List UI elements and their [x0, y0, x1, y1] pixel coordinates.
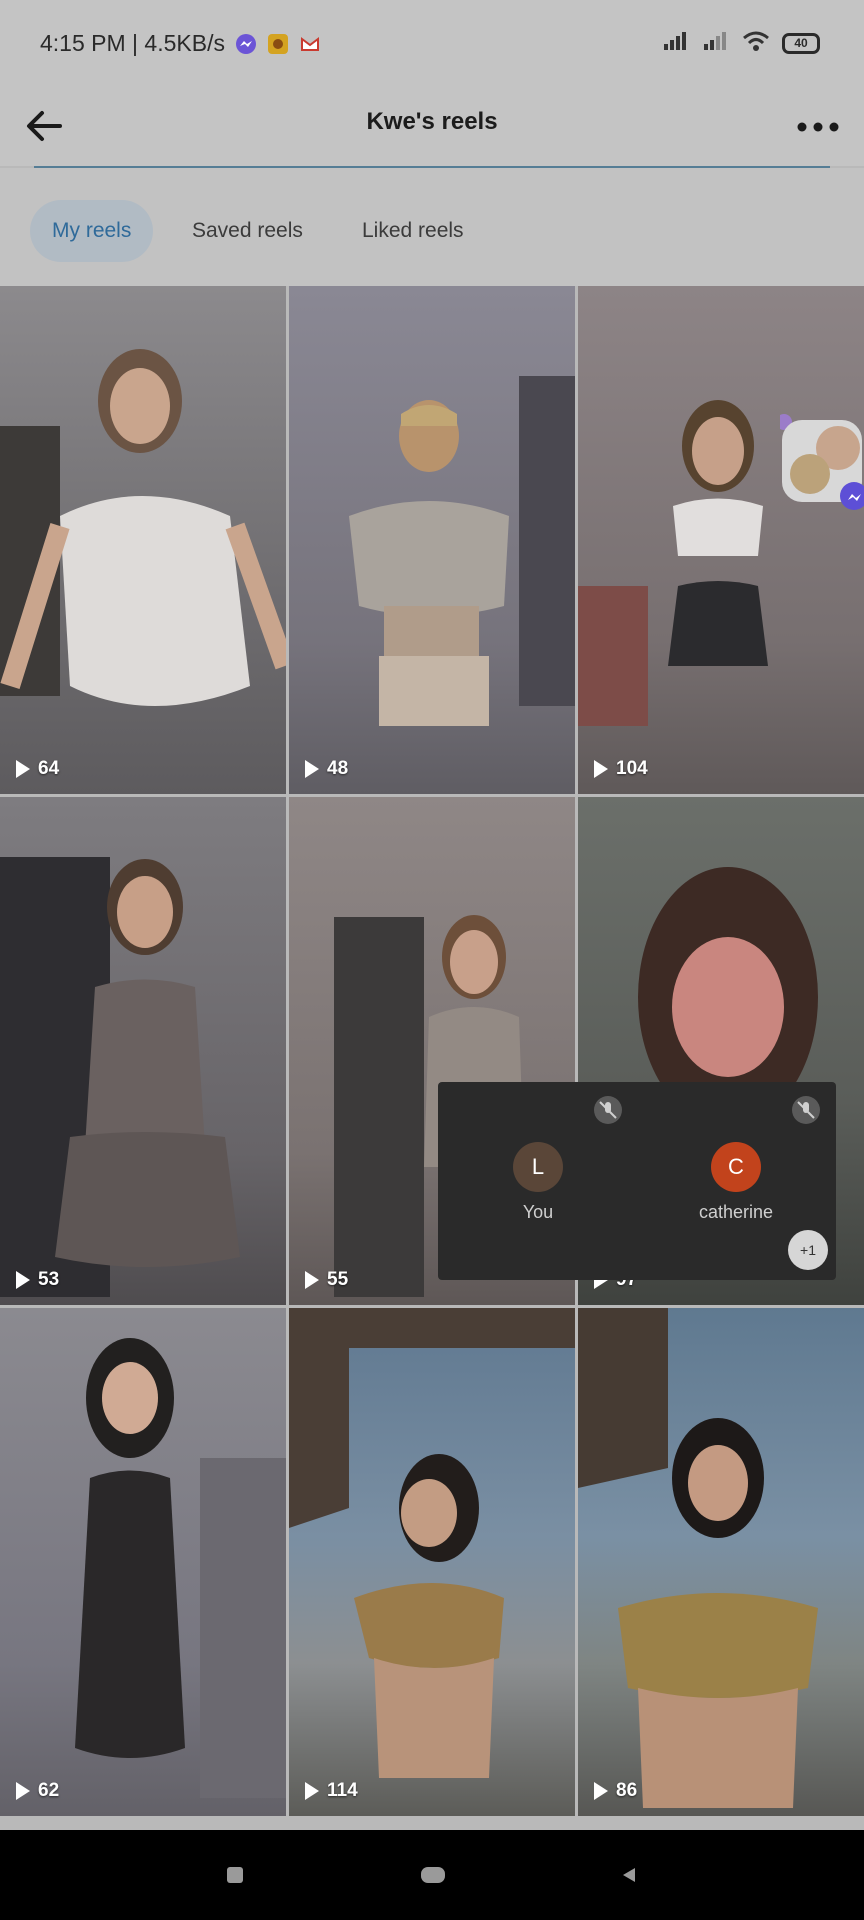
signal-icon: [662, 30, 690, 57]
more-participants-badge[interactable]: +1: [788, 1230, 828, 1270]
participant-avatar: C: [711, 1142, 761, 1192]
app-header: Kwe's reels: [0, 90, 864, 166]
system-nav-bar: [0, 1830, 864, 1920]
call-overlay[interactable]: L You C catherine +1: [438, 1082, 836, 1280]
home-icon: [421, 1867, 445, 1883]
play-icon: [305, 1782, 319, 1800]
reel-image: [0, 857, 240, 1297]
home-button[interactable]: [420, 1866, 446, 1889]
status-time: 4:15 PM | 4.5KB/s: [40, 30, 225, 56]
wifi-icon: [742, 30, 770, 57]
reel-thumbnail[interactable]: 48: [289, 286, 575, 794]
back-triangle-icon: [623, 1868, 635, 1882]
play-icon: [594, 760, 608, 778]
reel-thumbnail[interactable]: 62: [0, 1308, 286, 1816]
back-nav-button[interactable]: [620, 1866, 638, 1889]
tab-saved-reels[interactable]: Saved reels: [170, 200, 325, 262]
status-bar: 4:15 PM | 4.5KB/s 40: [0, 0, 864, 90]
view-count: 53: [16, 1269, 59, 1291]
reel-thumbnail[interactable]: 53: [0, 797, 286, 1305]
view-count: 86: [594, 1780, 637, 1802]
gmail-icon: [299, 33, 321, 55]
view-count: 104: [594, 758, 648, 780]
chat-head-avatar-icon: [776, 414, 864, 510]
reel-image: [349, 376, 575, 726]
view-count: 64: [16, 758, 59, 780]
reel-thumbnail[interactable]: 64: [0, 286, 286, 794]
signal-icon-2: [702, 30, 730, 57]
status-left: 4:15 PM | 4.5KB/s: [40, 30, 321, 57]
view-count: 55: [305, 1269, 348, 1291]
reel-thumbnail[interactable]: 104: [578, 286, 864, 794]
reel-image: [75, 1338, 286, 1798]
app-notification-icon: [267, 33, 289, 55]
play-icon: [16, 760, 30, 778]
tab-my-reels[interactable]: My reels: [30, 200, 154, 262]
reel-image: [289, 1308, 575, 1778]
view-count: 48: [305, 758, 348, 780]
reels-grid: 64 48 104 53 55 62 114 86: [0, 286, 864, 1826]
tab-liked-reels[interactable]: Liked reels: [340, 200, 486, 262]
reel-thumbnail[interactable]: 114: [289, 1308, 575, 1816]
reels-tabs: My reels Saved reels Liked reels: [0, 168, 864, 286]
view-count: 62: [16, 1780, 59, 1802]
reel-image: [578, 1308, 818, 1808]
messenger-chat-head[interactable]: [776, 412, 864, 512]
play-icon: [16, 1782, 30, 1800]
more-options-button[interactable]: [796, 112, 840, 142]
view-count: 114: [305, 1780, 358, 1802]
reel-image: [0, 349, 286, 706]
participant-avatar: L: [513, 1142, 563, 1192]
more-dots-icon: [797, 122, 839, 132]
page-title: Kwe's reels: [366, 108, 498, 135]
recents-button[interactable]: [226, 1866, 244, 1889]
play-icon: [305, 760, 319, 778]
play-icon: [16, 1271, 30, 1289]
play-icon: [305, 1271, 319, 1289]
square-icon: [227, 1867, 243, 1883]
reel-image: [578, 400, 768, 726]
mic-muted-icon: [594, 1096, 622, 1124]
mic-muted-icon: [792, 1096, 820, 1124]
status-right: 40: [662, 30, 820, 57]
messenger-icon: [235, 33, 257, 55]
play-icon: [594, 1782, 608, 1800]
participant-name: catherine: [698, 1202, 774, 1222]
battery-icon: 40: [782, 33, 820, 54]
participant-name: You: [522, 1202, 554, 1222]
reel-thumbnail[interactable]: 86: [578, 1308, 864, 1816]
